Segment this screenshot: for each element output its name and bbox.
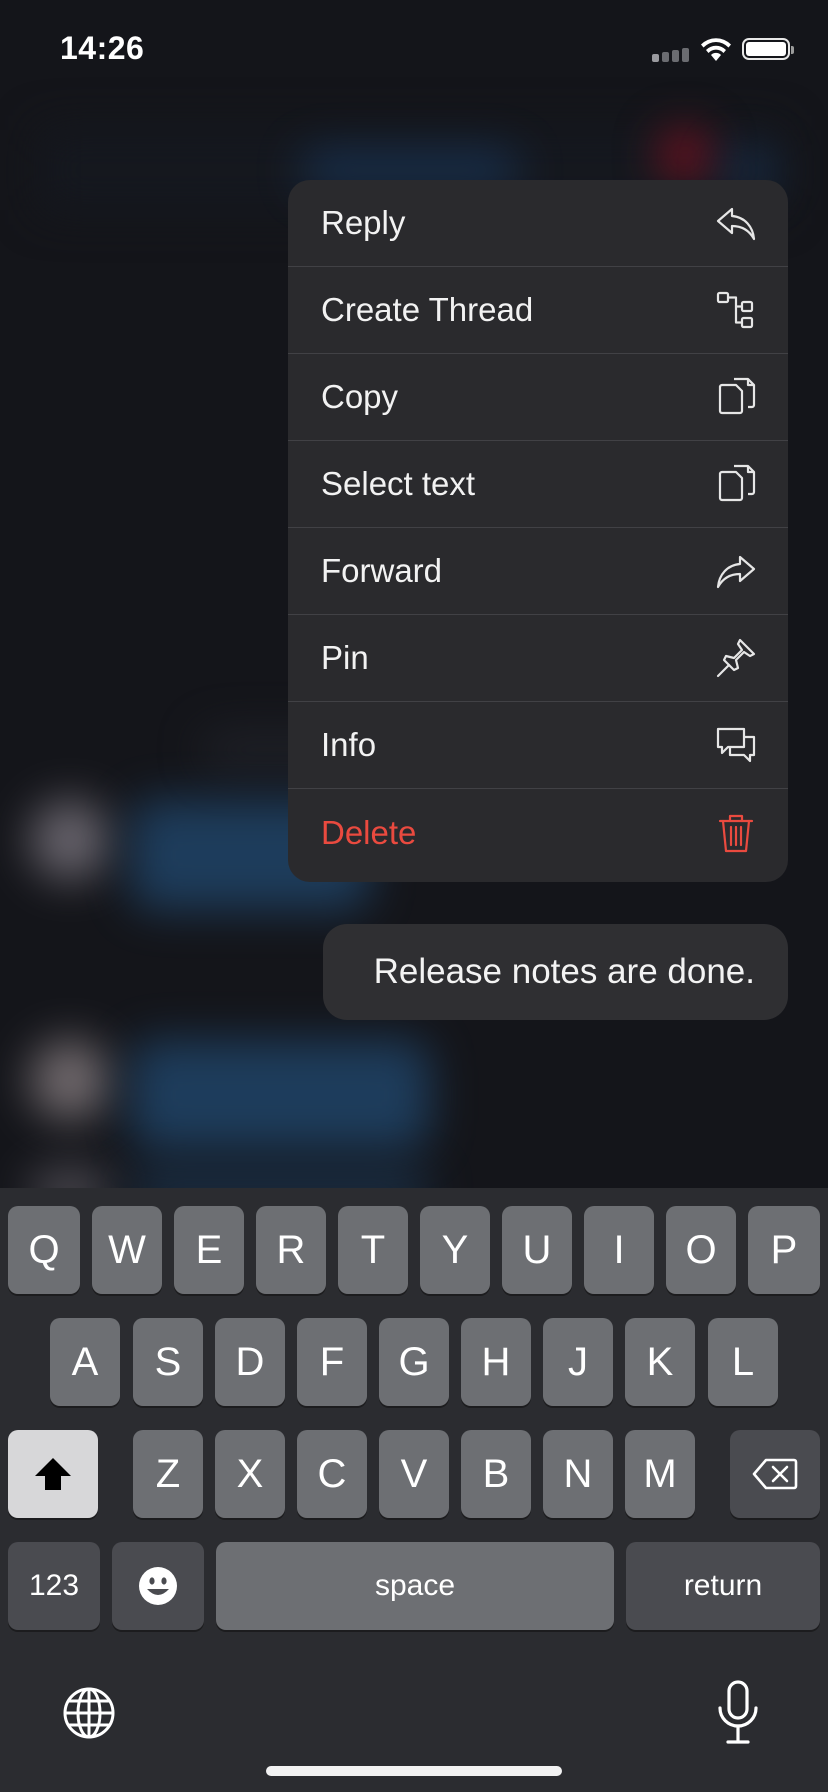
key-j[interactable]: J <box>543 1318 613 1406</box>
cellular-signal-icon <box>652 48 692 62</box>
menu-item-select-text[interactable]: Select text <box>288 441 788 528</box>
emoji-key[interactable] <box>112 1542 204 1630</box>
copy-icon <box>714 462 758 506</box>
home-indicator <box>266 1766 562 1776</box>
copy-icon <box>714 375 758 419</box>
key-d[interactable]: D <box>215 1318 285 1406</box>
numbers-key[interactable]: 123 <box>8 1542 100 1630</box>
key-b[interactable]: B <box>461 1430 531 1518</box>
key-k[interactable]: K <box>625 1318 695 1406</box>
trash-icon <box>714 811 758 855</box>
menu-item-label: Pin <box>321 639 369 676</box>
wifi-icon <box>701 38 731 61</box>
menu-item-create-thread[interactable]: Create Thread <box>288 267 788 354</box>
microphone-icon[interactable] <box>716 1680 760 1746</box>
menu-item-reply[interactable]: Reply <box>288 180 788 267</box>
key-e[interactable]: E <box>174 1206 244 1294</box>
status-time: 14:26 <box>60 30 145 66</box>
info-chat-icon <box>714 723 758 767</box>
key-u[interactable]: U <box>502 1206 572 1294</box>
menu-item-label: Delete <box>321 813 417 851</box>
menu-item-copy[interactable]: Copy <box>288 354 788 441</box>
menu-item-label: Forward <box>321 552 443 589</box>
battery-icon <box>742 38 794 60</box>
key-f[interactable]: F <box>297 1318 367 1406</box>
key-y[interactable]: Y <box>420 1206 490 1294</box>
delete-key[interactable] <box>730 1430 820 1518</box>
key-a[interactable]: A <box>50 1318 120 1406</box>
menu-item-label: Reply <box>321 204 406 241</box>
key-s[interactable]: S <box>133 1318 203 1406</box>
key-g[interactable]: G <box>379 1318 449 1406</box>
key-i[interactable]: I <box>584 1206 654 1294</box>
forward-icon <box>714 549 758 593</box>
key-h[interactable]: H <box>461 1318 531 1406</box>
status-bar: 14:26 <box>0 0 828 100</box>
message-text: Release notes are done. <box>373 952 755 991</box>
key-w[interactable]: W <box>92 1206 162 1294</box>
key-v[interactable]: V <box>379 1430 449 1518</box>
space-key[interactable]: space <box>216 1542 614 1630</box>
shift-key[interactable] <box>8 1430 98 1518</box>
thread-icon <box>714 288 758 332</box>
menu-item-pin[interactable]: Pin <box>288 615 788 702</box>
message-bubble[interactable]: Release notes are done. <box>323 924 788 1020</box>
blurred-message <box>130 1040 430 1150</box>
key-z[interactable]: Z <box>133 1430 203 1518</box>
key-r[interactable]: R <box>256 1206 326 1294</box>
emoji-icon <box>139 1567 177 1605</box>
key-p[interactable]: P <box>748 1206 820 1294</box>
key-n[interactable]: N <box>543 1430 613 1518</box>
key-x[interactable]: X <box>215 1430 285 1518</box>
key-c[interactable]: C <box>297 1430 367 1518</box>
key-q[interactable]: Q <box>8 1206 80 1294</box>
key-t[interactable]: T <box>338 1206 408 1294</box>
menu-item-label: Select text <box>321 465 476 502</box>
key-l[interactable]: L <box>708 1318 778 1406</box>
reply-icon <box>714 201 758 245</box>
blurred-avatar <box>30 800 110 880</box>
shift-icon <box>35 1458 71 1490</box>
pin-icon <box>714 636 758 680</box>
message-context-menu: Reply Create Thread Copy Select text For… <box>288 180 788 882</box>
key-o[interactable]: O <box>666 1206 736 1294</box>
menu-item-label: Copy <box>321 378 399 415</box>
backspace-icon <box>752 1458 798 1490</box>
menu-item-label: Create Thread <box>321 291 534 328</box>
menu-item-label: Info <box>321 726 377 763</box>
blurred-avatar <box>30 1040 110 1120</box>
menu-item-forward[interactable]: Forward <box>288 528 788 615</box>
menu-item-delete[interactable]: Delete <box>288 789 788 876</box>
return-key[interactable]: return <box>626 1542 820 1630</box>
menu-item-info[interactable]: Info <box>288 702 788 789</box>
globe-icon[interactable] <box>62 1686 116 1740</box>
blurred-badge <box>660 130 710 180</box>
key-m[interactable]: M <box>625 1430 695 1518</box>
